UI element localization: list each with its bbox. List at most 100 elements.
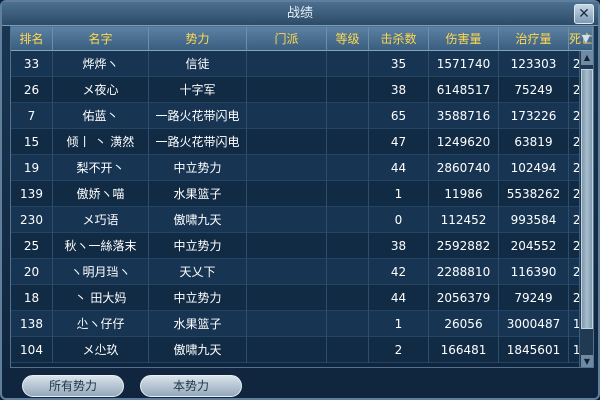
damage-cell: 2288810: [429, 259, 499, 285]
header-damage[interactable]: 伤害量: [429, 27, 499, 51]
sect-cell: [247, 51, 327, 77]
kills-cell: 1: [369, 311, 429, 337]
table-row[interactable]: 33 烨烨ヽ 信徒 35 1571740 123303 25: [11, 51, 593, 77]
kills-cell: 47: [369, 129, 429, 155]
heal-cell: 116390: [499, 259, 569, 285]
scroll-up-icon[interactable]: ▲: [581, 51, 593, 65]
name-cell: 尐ヽ仔仔: [53, 311, 149, 337]
vertical-scrollbar[interactable]: ▲ ▼: [579, 51, 593, 367]
damage-cell: 1249620: [429, 129, 499, 155]
damage-cell: 166481: [429, 337, 499, 363]
heal-cell: 5538262: [499, 181, 569, 207]
table-body: 33 烨烨ヽ 信徒 35 1571740 123303 25 26 メ夜心 十字…: [11, 51, 593, 363]
header-kills[interactable]: 击杀数: [369, 27, 429, 51]
level-cell: [327, 337, 369, 363]
close-button[interactable]: ✕: [574, 4, 594, 24]
table-row[interactable]: 230 メ巧语 傲啸九天 0 112452 993584 21: [11, 207, 593, 233]
name-cell: メ尐玖: [53, 337, 149, 363]
sect-cell: [247, 77, 327, 103]
heal-cell: 3000487: [499, 311, 569, 337]
header-heal[interactable]: 治疗量: [499, 27, 569, 51]
heal-cell: 75249: [499, 77, 569, 103]
header-sect[interactable]: 门派: [247, 27, 327, 51]
faction-tabs: 所有势力 本势力: [22, 375, 242, 397]
faction-cell: 水果篮子: [149, 181, 247, 207]
damage-cell: 2860740: [429, 155, 499, 181]
level-cell: [327, 129, 369, 155]
name-cell: 倾丨 丶 潢然: [53, 129, 149, 155]
level-cell: [327, 155, 369, 181]
table-row[interactable]: 20 ヽ明月珰ヽ 天乂下 42 2288810 116390 20: [11, 259, 593, 285]
level-cell: [327, 311, 369, 337]
name-cell: 梨不开丶: [53, 155, 149, 181]
faction-cell: 天乂下: [149, 259, 247, 285]
rank-cell: 20: [11, 259, 53, 285]
damage-cell: 2056379: [429, 285, 499, 311]
table-row[interactable]: 25 秋ヽ一絲落末 中立势力 38 2592882 204552 21: [11, 233, 593, 259]
heal-cell: 204552: [499, 233, 569, 259]
own-faction-button[interactable]: 本势力: [140, 375, 242, 397]
sect-cell: [247, 233, 327, 259]
faction-cell: 十字军: [149, 77, 247, 103]
damage-cell: 3588716: [429, 103, 499, 129]
level-cell: [327, 51, 369, 77]
heal-cell: 173226: [499, 103, 569, 129]
header-rank[interactable]: 排名: [11, 27, 53, 51]
sort-arrow-icon[interactable]: ▼: [580, 31, 592, 47]
scroll-thumb[interactable]: [581, 69, 593, 329]
kills-cell: 38: [369, 233, 429, 259]
rank-cell: 26: [11, 77, 53, 103]
all-factions-button[interactable]: 所有势力: [22, 375, 124, 397]
kills-cell: 1: [369, 181, 429, 207]
rank-cell: 33: [11, 51, 53, 77]
table-row[interactable]: 104 メ尐玖 傲啸九天 2 166481 1845601 19: [11, 337, 593, 363]
table-row[interactable]: 7 佑蓝丶 一路火花带闪电 65 3588716 173226 24: [11, 103, 593, 129]
faction-cell: 水果篮子: [149, 311, 247, 337]
level-cell: [327, 181, 369, 207]
table-row[interactable]: 18 丶 田大妈 中立势力 44 2056379 79249 20: [11, 285, 593, 311]
header-faction[interactable]: 势力: [149, 27, 247, 51]
sect-cell: [247, 129, 327, 155]
name-cell: 秋ヽ一絲落末: [53, 233, 149, 259]
scroll-down-icon[interactable]: ▼: [581, 355, 593, 367]
kills-cell: 2: [369, 337, 429, 363]
sect-cell: [247, 337, 327, 363]
name-cell: 丶 田大妈: [53, 285, 149, 311]
table-row[interactable]: 139 傲娇ヽ喵 水果篮子 1 11986 5538262 21: [11, 181, 593, 207]
level-cell: [327, 285, 369, 311]
sect-cell: [247, 285, 327, 311]
kills-cell: 0: [369, 207, 429, 233]
table-row[interactable]: 15 倾丨 丶 潢然 一路火花带闪电 47 1249620 63819 23: [11, 129, 593, 155]
table-row[interactable]: 19 梨不开丶 中立势力 44 2860740 102494 22: [11, 155, 593, 181]
table-row[interactable]: 26 メ夜心 十字军 38 6148517 75249 25: [11, 77, 593, 103]
heal-cell: 63819: [499, 129, 569, 155]
name-cell: 傲娇ヽ喵: [53, 181, 149, 207]
sect-cell: [247, 311, 327, 337]
heal-cell: 102494: [499, 155, 569, 181]
window-title: 战绩: [286, 6, 313, 21]
kills-cell: 35: [369, 51, 429, 77]
faction-cell: 中立势力: [149, 233, 247, 259]
sect-cell: [247, 259, 327, 285]
header-level[interactable]: 等级: [327, 27, 369, 51]
faction-cell: 傲啸九天: [149, 337, 247, 363]
faction-cell: 信徒: [149, 51, 247, 77]
heal-cell: 993584: [499, 207, 569, 233]
table-row[interactable]: 138 尐ヽ仔仔 水果篮子 1 26056 3000487 19: [11, 311, 593, 337]
name-cell: 佑蓝丶: [53, 103, 149, 129]
level-cell: [327, 259, 369, 285]
name-cell: 烨烨ヽ: [53, 51, 149, 77]
heal-cell: 123303: [499, 51, 569, 77]
rank-cell: 104: [11, 337, 53, 363]
damage-cell: 2592882: [429, 233, 499, 259]
damage-cell: 6148517: [429, 77, 499, 103]
rank-cell: 138: [11, 311, 53, 337]
rank-cell: 18: [11, 285, 53, 311]
level-cell: [327, 207, 369, 233]
sect-cell: [247, 207, 327, 233]
header-name[interactable]: 名字: [53, 27, 149, 51]
rank-cell: 139: [11, 181, 53, 207]
kills-cell: 42: [369, 259, 429, 285]
kills-cell: 38: [369, 77, 429, 103]
level-cell: [327, 233, 369, 259]
